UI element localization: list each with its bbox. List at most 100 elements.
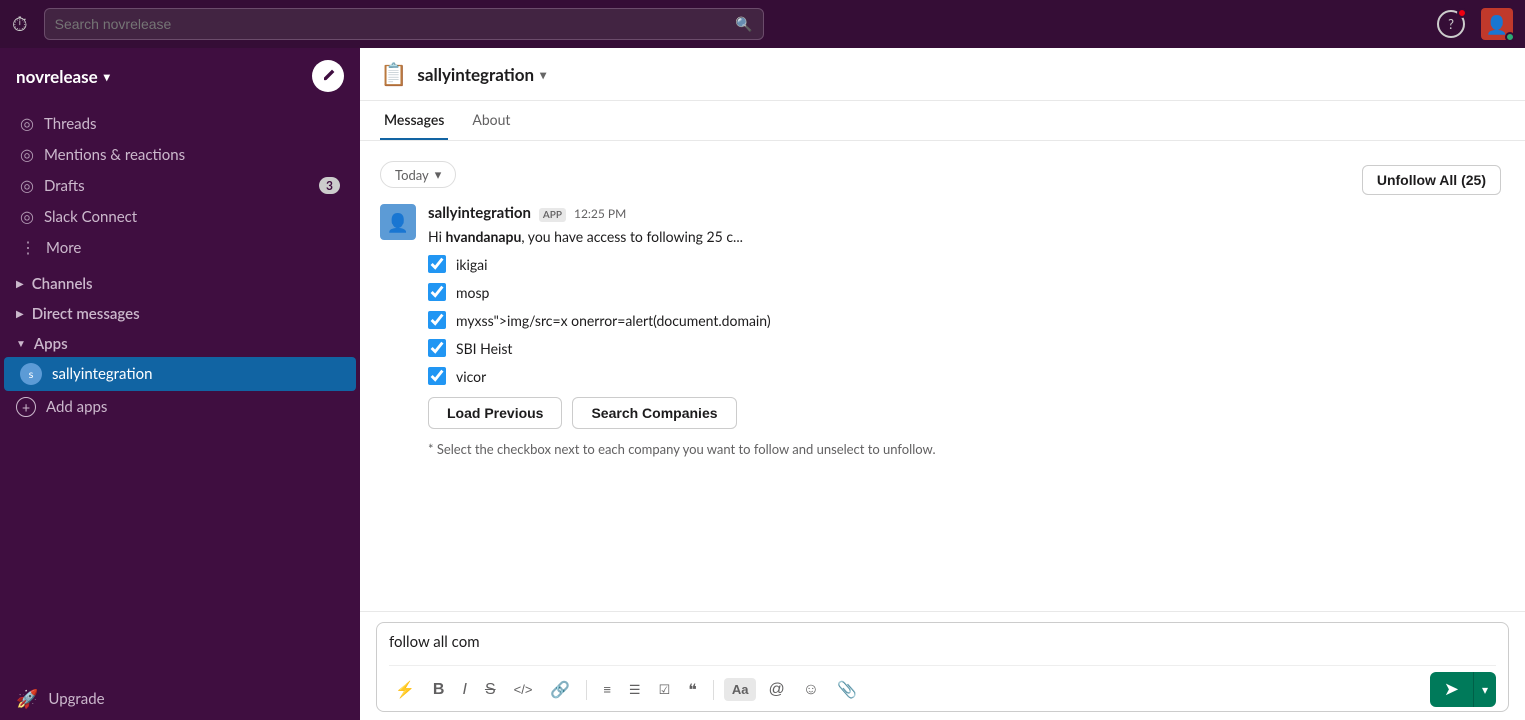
message-bold-name: hvandanapu: [446, 228, 522, 245]
upgrade-button[interactable]: 🚀 Upgrade: [0, 677, 360, 720]
sidebar-item-mentions[interactable]: ◎ Mentions & reactions: [4, 139, 356, 170]
dm-label: Direct messages: [32, 305, 140, 323]
toolbar-separator-1: [586, 680, 587, 700]
checkbox-myxss[interactable]: [428, 311, 446, 329]
workspace-chevron-icon: ▾: [104, 69, 110, 84]
checklist-item-myxss: myxss">img/src=x onerror=alert(document.…: [428, 311, 1505, 329]
add-apps-label: Add apps: [46, 398, 107, 416]
slack-connect-icon: ◎: [20, 207, 34, 226]
unfollow-all-button[interactable]: Unfollow All (25): [1362, 165, 1501, 195]
dm-arrow-icon: ▶: [16, 308, 24, 320]
message-time: 12:25 PM: [574, 206, 626, 221]
checklist-item-sbi-heist: SBI Heist: [428, 339, 1505, 357]
apps-label: Apps: [34, 335, 68, 353]
bold-button[interactable]: B: [427, 677, 451, 703]
channel-name-button[interactable]: sallyintegration ▾: [417, 64, 546, 85]
app-icon-letter: s: [29, 368, 34, 381]
toolbar-separator-2: [713, 680, 714, 700]
tab-about[interactable]: About: [468, 101, 514, 140]
instruction-text: * Select the checkbox next to each compa…: [428, 441, 1505, 457]
message-avatar: 👤: [380, 204, 416, 240]
channel-icon: 📋: [380, 60, 407, 88]
channel-name: sallyintegration: [417, 64, 534, 85]
mention-button[interactable]: @: [762, 677, 790, 703]
send-button[interactable]: ➤: [1430, 672, 1473, 707]
action-buttons: Load Previous Search Companies: [428, 397, 1505, 429]
avatar-icon: 👤: [387, 211, 409, 234]
send-dropdown-button[interactable]: ▾: [1473, 672, 1496, 707]
message-intro-rest: , you have access to following 25 c...: [521, 228, 743, 245]
topbar-right: ? 👤: [1437, 8, 1513, 40]
upgrade-rocket-icon: 🚀: [16, 687, 38, 710]
checkbox-sbi-heist[interactable]: [428, 339, 446, 357]
checklist-label-myxss: myxss">img/src=x onerror=alert(document.…: [456, 312, 771, 329]
direct-messages-section[interactable]: ▶ Direct messages: [0, 297, 360, 327]
checklist-item-ikigai: ikigai: [428, 255, 1505, 273]
mentions-label: Mentions & reactions: [44, 146, 185, 164]
quote-button[interactable]: ❝: [682, 676, 703, 704]
sidebar-item-threads[interactable]: ◎ Threads: [4, 108, 356, 139]
sallyintegration-label: sallyintegration: [52, 365, 153, 383]
today-chevron-icon: ▾: [435, 166, 442, 183]
search-companies-button[interactable]: Search Companies: [572, 397, 736, 429]
search-bar[interactable]: 🔍: [44, 8, 764, 40]
link-button[interactable]: 🔗: [544, 676, 576, 704]
ordered-list-button[interactable]: ≡: [597, 678, 617, 701]
code-button[interactable]: </>: [508, 678, 539, 701]
avatar-image: 👤: [1486, 13, 1508, 36]
load-previous-button[interactable]: Load Previous: [428, 397, 562, 429]
message-toolbar-row: Today ▾ Unfollow All (25): [380, 161, 1505, 188]
workspace-name[interactable]: novrelease ▾: [16, 66, 110, 87]
sidebar-header: novrelease ▾: [0, 48, 360, 104]
sidebar-item-drafts[interactable]: ◎ Drafts 3: [4, 170, 356, 201]
apps-section[interactable]: ▼ Apps: [0, 327, 360, 357]
composer-text-input[interactable]: follow all com: [389, 633, 1496, 661]
help-icon: ?: [1448, 16, 1454, 32]
today-divider[interactable]: Today ▾: [380, 161, 456, 188]
sidebar-item-more[interactable]: ⋮ More: [4, 232, 356, 263]
user-avatar[interactable]: 👤: [1481, 8, 1513, 40]
sidebar-item-sallyintegration[interactable]: s sallyintegration: [4, 357, 356, 391]
strikethrough-button[interactable]: S: [479, 677, 502, 703]
sidebar-item-slack-connect[interactable]: ◎ Slack Connect: [4, 201, 356, 232]
checkbox-vicor[interactable]: [428, 367, 446, 385]
message-sender: sallyintegration: [428, 204, 531, 222]
add-apps-button[interactable]: + Add apps: [0, 391, 360, 423]
topbar: ⏱ 🔍 ? 👤: [0, 0, 1525, 48]
more-icon: ⋮: [20, 238, 36, 257]
compose-button[interactable]: [312, 60, 344, 92]
emoji-button[interactable]: ☺: [797, 677, 825, 703]
today-label: Today: [395, 167, 429, 183]
threads-icon: ◎: [20, 114, 34, 133]
tab-messages[interactable]: Messages: [380, 101, 448, 140]
search-input[interactable]: [55, 16, 736, 32]
italic-button[interactable]: I: [456, 677, 472, 703]
sidebar: novrelease ▾ ◎ Threads ◎ Mentions & reac…: [0, 48, 360, 720]
checkbox-ikigai[interactable]: [428, 255, 446, 273]
checklist: ikigai mosp myxss">img/src=x onerror=ale…: [428, 255, 1505, 385]
channels-section[interactable]: ▶ Channels: [0, 267, 360, 297]
format-aa-button[interactable]: Aa: [724, 678, 757, 701]
lightning-button[interactable]: ⚡: [389, 676, 421, 704]
help-button[interactable]: ?: [1437, 10, 1465, 38]
app-badge: APP: [539, 208, 566, 222]
checkbox-mosp[interactable]: [428, 283, 446, 301]
composer-toolbar: ⚡ B I S </> 🔗 ≡ ☰ ☑ ❝ Aa @ ☺ 📎: [389, 665, 1496, 707]
checklist-label-mosp: mosp: [456, 284, 489, 301]
send-btn-group: ➤ ▾: [1430, 672, 1496, 707]
online-status-dot: [1505, 32, 1515, 42]
workspace-label: novrelease: [16, 66, 98, 87]
history-icon[interactable]: ⏱: [12, 12, 28, 36]
drafts-icon: ◎: [20, 176, 34, 195]
channels-arrow-icon: ▶: [16, 278, 24, 290]
checklist-button[interactable]: ☑: [653, 678, 677, 702]
compose-icon: [320, 68, 336, 84]
checklist-item-vicor: vicor: [428, 367, 1505, 385]
main-layout: novrelease ▾ ◎ Threads ◎ Mentions & reac…: [0, 48, 1525, 720]
checklist-label-vicor: vicor: [456, 368, 486, 385]
channels-label: Channels: [32, 275, 93, 293]
unordered-list-button[interactable]: ☰: [623, 678, 647, 702]
channel-chevron-icon: ▾: [540, 67, 546, 82]
more-label: More: [46, 239, 81, 257]
attachment-button[interactable]: 📎: [831, 676, 863, 704]
